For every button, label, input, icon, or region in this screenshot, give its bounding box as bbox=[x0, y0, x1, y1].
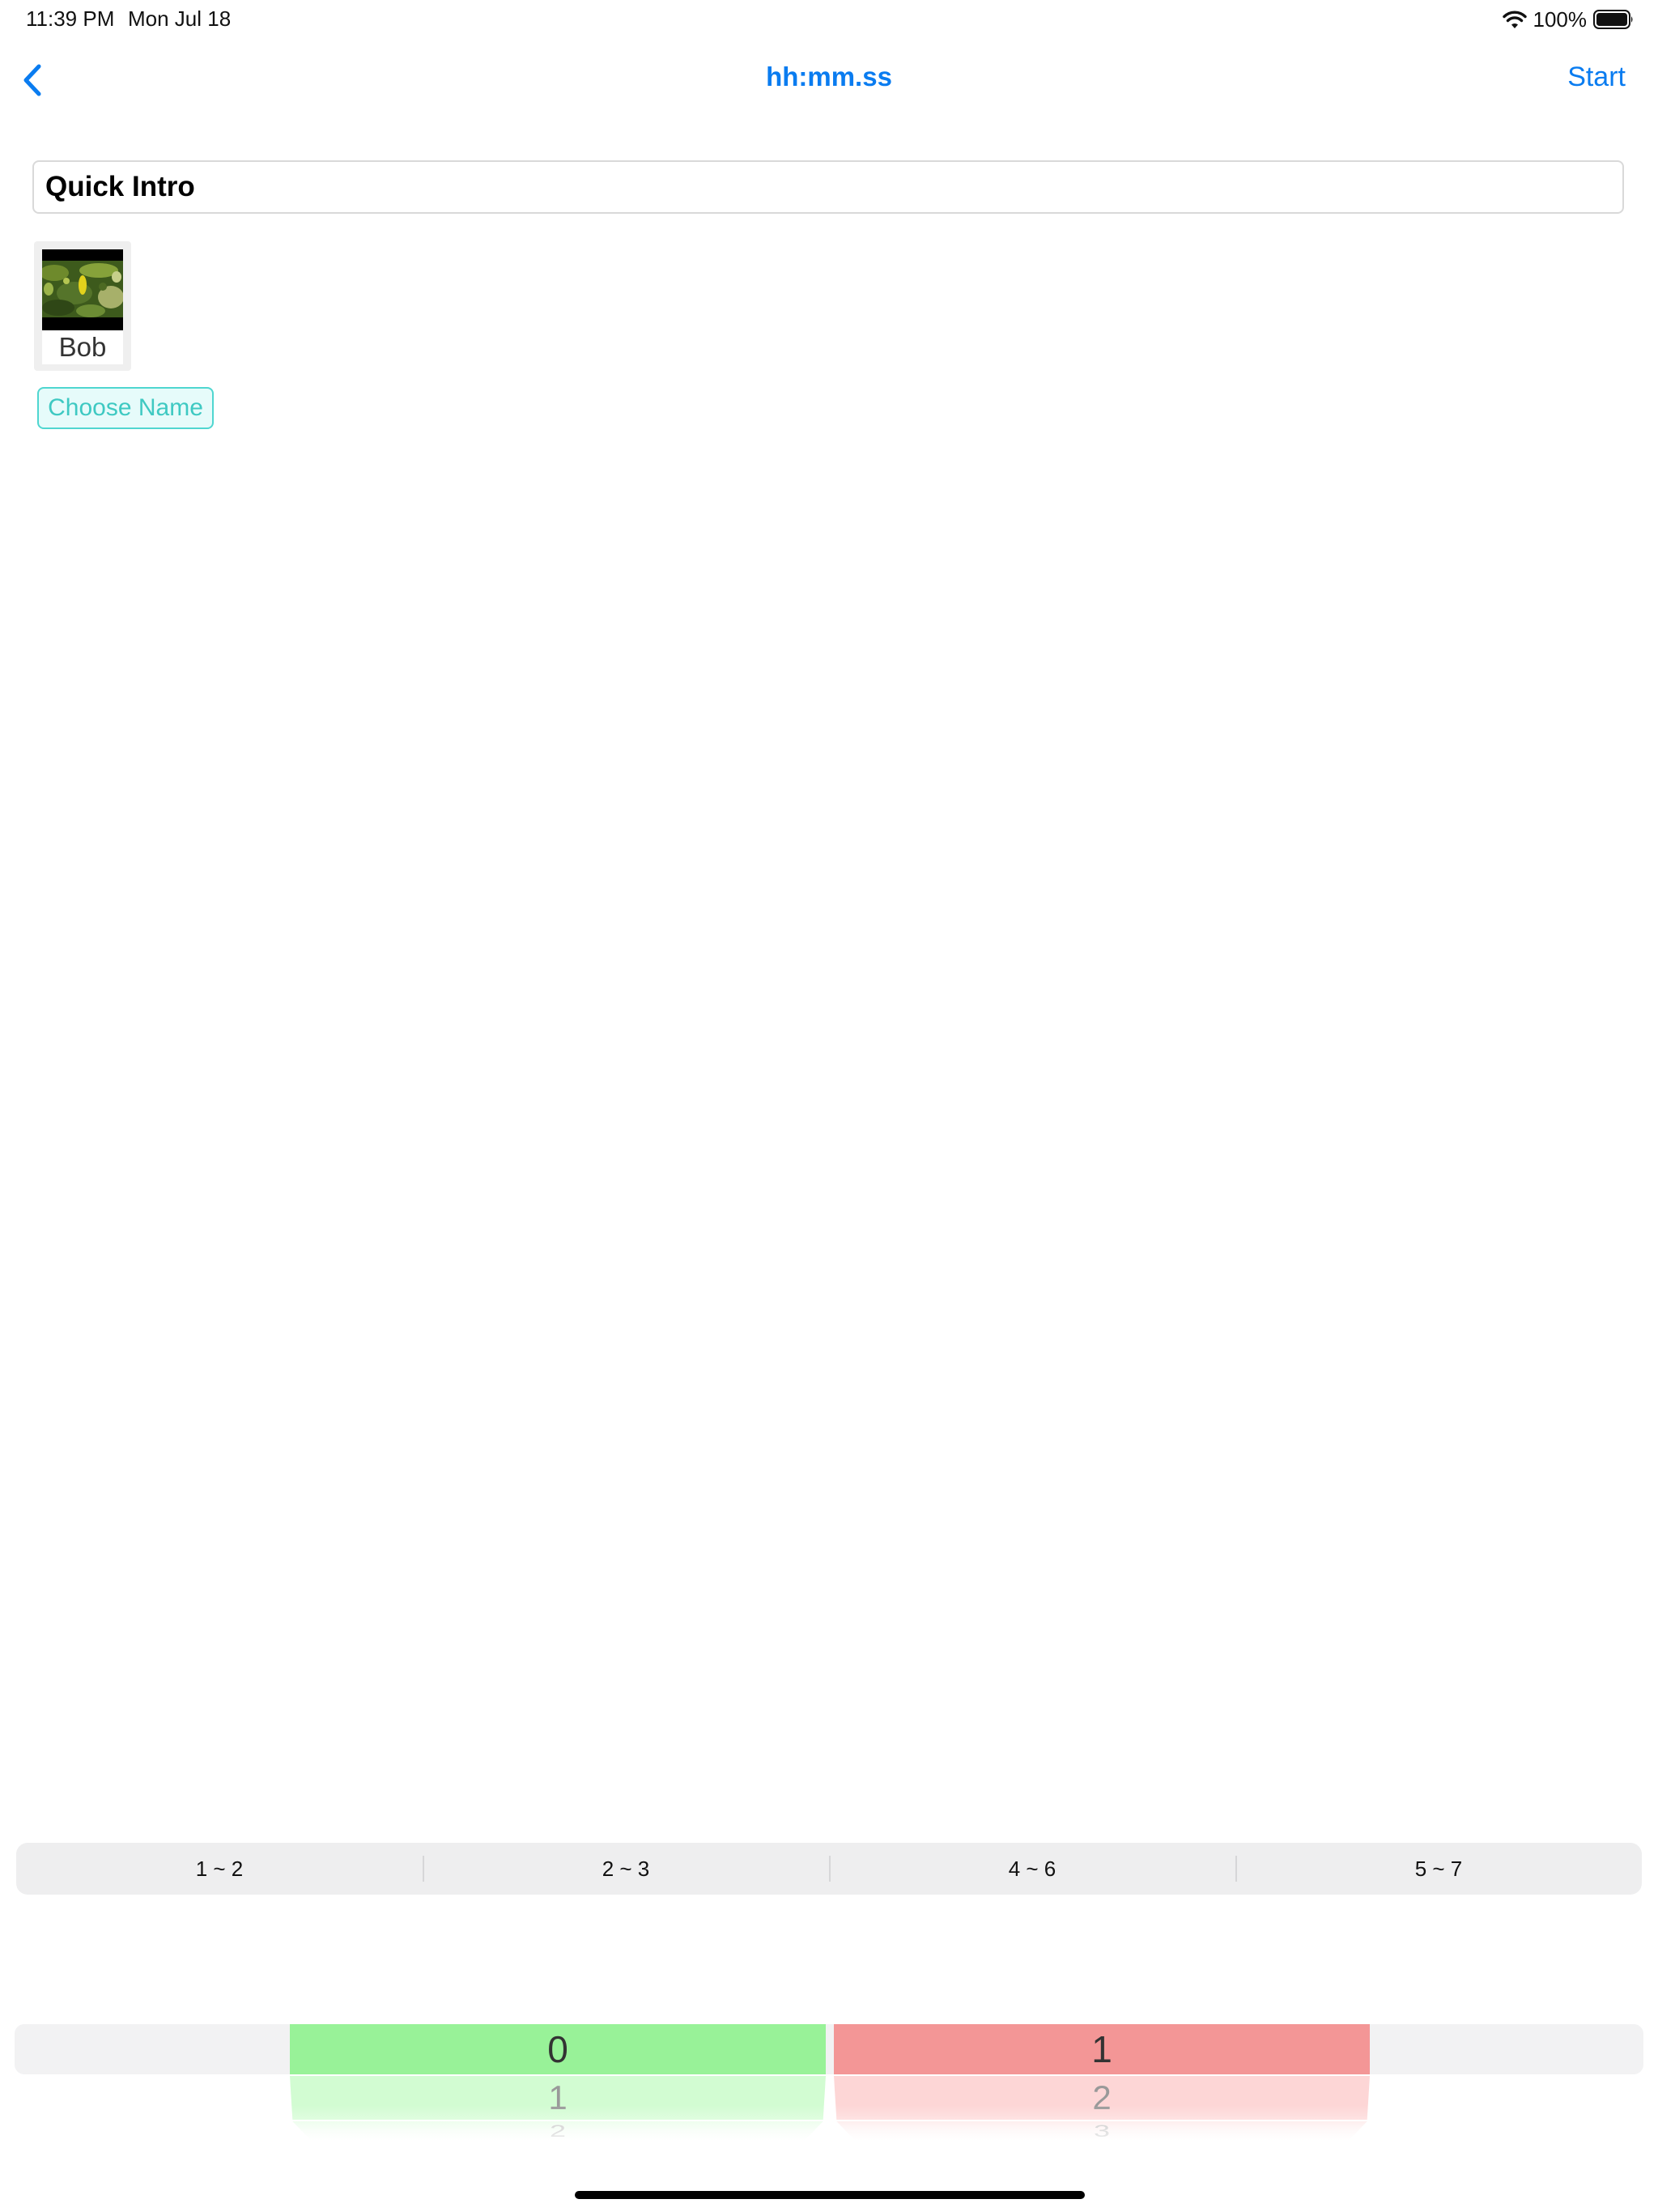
participant-photo bbox=[42, 249, 123, 330]
participant-name: Bob bbox=[42, 330, 123, 364]
screen: 11:39 PM Mon Jul 18 100% hh:mm.ss Start … bbox=[0, 0, 1658, 2212]
wifi-icon bbox=[1502, 11, 1527, 28]
segment-4-6[interactable]: 4 ~ 6 bbox=[829, 1843, 1235, 1895]
home-indicator bbox=[575, 2191, 1085, 2199]
picker-left-selected[interactable]: 0 bbox=[290, 2024, 826, 2074]
picker-right-option[interactable]: 3 bbox=[836, 2121, 1367, 2141]
status-time: 11:39 PM bbox=[26, 6, 115, 31]
picker-left-option[interactable]: 2 bbox=[292, 2121, 823, 2141]
nav-title: hh:mm.ss bbox=[766, 62, 892, 91]
title-field[interactable]: Quick Intro bbox=[32, 160, 1624, 214]
picker-left-column[interactable]: 0 1 2 bbox=[290, 2024, 826, 2154]
segment-5-7[interactable]: 5 ~ 7 bbox=[1235, 1843, 1642, 1895]
status-date: Mon Jul 18 bbox=[128, 6, 232, 31]
segment-1-2[interactable]: 1 ~ 2 bbox=[16, 1843, 423, 1895]
segment-2-3[interactable]: 2 ~ 3 bbox=[423, 1843, 829, 1895]
participant-photo-image bbox=[42, 261, 123, 317]
participant-card[interactable]: Bob bbox=[34, 241, 131, 371]
picker-right-option[interactable]: 2 bbox=[834, 2076, 1370, 2120]
battery-full-icon bbox=[1593, 10, 1633, 29]
picker-left-option[interactable]: 1 bbox=[290, 2076, 826, 2120]
picker-right-column[interactable]: 1 2 3 bbox=[834, 2024, 1370, 2154]
choose-name-button[interactable]: Choose Name bbox=[37, 387, 214, 429]
status-indicators: 100% bbox=[1502, 6, 1635, 32]
picker-selection-band bbox=[15, 2024, 1643, 2074]
start-button[interactable]: Start bbox=[1567, 62, 1626, 93]
range-segmented-control: 1 ~ 2 2 ~ 3 4 ~ 6 5 ~ 7 bbox=[16, 1843, 1642, 1895]
battery-percentage: 100% bbox=[1533, 6, 1588, 32]
picker-right-selected[interactable]: 1 bbox=[834, 2024, 1370, 2074]
